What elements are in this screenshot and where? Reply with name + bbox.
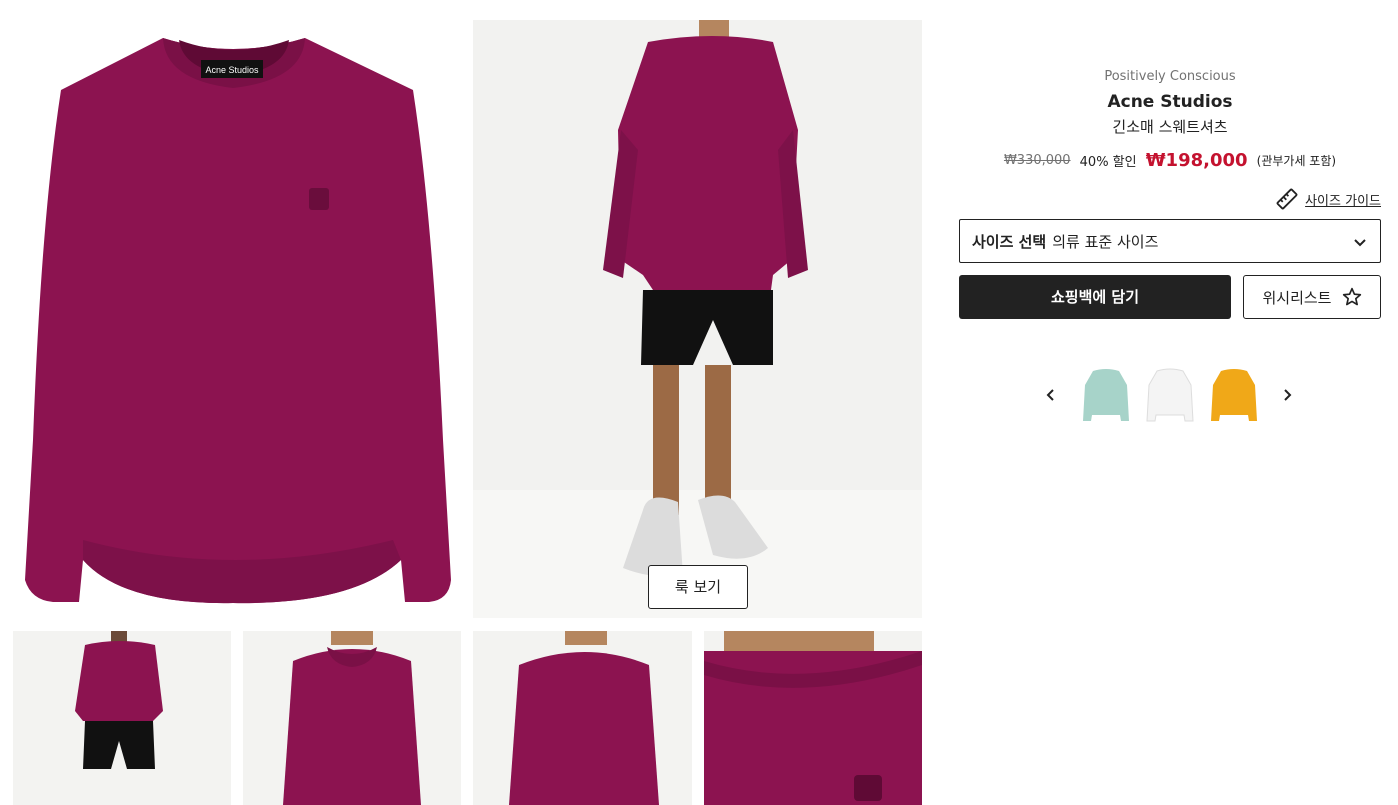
product-look-image[interactable] xyxy=(473,20,922,618)
size-guide-label: 사이즈 가이드 xyxy=(1305,193,1381,209)
discount-label: 40% 할인 xyxy=(1079,155,1137,170)
carousel-next-button[interactable] xyxy=(1279,387,1295,403)
chevron-right-icon xyxy=(1284,389,1292,401)
sweatshirt-white-swatch xyxy=(1146,368,1194,422)
color-variant-white[interactable] xyxy=(1145,365,1195,425)
price-row: ₩330,000 40% 할인 ₩198,000 (관부가세 포함) xyxy=(959,150,1381,171)
color-variant-carousel xyxy=(1039,363,1301,427)
back-thumbnail-illustration xyxy=(509,631,659,805)
color-variant-yellow[interactable] xyxy=(1209,365,1259,425)
product-thumbnail-detail[interactable] xyxy=(704,631,922,805)
sale-price: ₩198,000 xyxy=(1145,150,1248,171)
size-select-value: 의류 표준 사이즈 xyxy=(1052,232,1159,251)
model-thumbnail-illustration xyxy=(75,631,163,769)
carousel-prev-button[interactable] xyxy=(1043,387,1059,403)
size-select-label: 사이즈 선택 xyxy=(972,232,1047,251)
wishlist-button[interactable]: 위시리스트 xyxy=(1243,275,1381,319)
product-main-image[interactable]: Acne Studios xyxy=(13,20,461,618)
brand-name[interactable]: Acne Studios xyxy=(959,92,1381,112)
chevron-down-icon xyxy=(1354,239,1366,247)
color-variant-mint[interactable] xyxy=(1081,365,1131,425)
add-to-bag-button[interactable]: 쇼핑백에 담기 xyxy=(959,275,1231,319)
sweatshirt-mint-swatch xyxy=(1083,369,1129,421)
size-guide-link[interactable]: 사이즈 가이드 xyxy=(1276,188,1381,210)
original-price: ₩330,000 xyxy=(1003,153,1071,168)
product-tag: Positively Conscious xyxy=(1104,69,1236,84)
size-select-dropdown[interactable]: 사이즈 선택 의류 표준 사이즈 xyxy=(959,219,1381,263)
wishlist-label: 위시리스트 xyxy=(1262,288,1332,307)
product-thumbnail-model[interactable] xyxy=(13,631,231,805)
model-full-look-illustration xyxy=(473,20,922,618)
chevron-left-icon xyxy=(1046,389,1054,401)
star-icon xyxy=(1342,287,1361,306)
product-thumbnail-back[interactable] xyxy=(473,631,692,805)
detail-thumbnail-illustration xyxy=(704,631,922,805)
product-name: 긴소매 스웨트셔츠 xyxy=(1112,118,1228,136)
look-view-button[interactable]: 룩 보기 xyxy=(648,565,748,609)
front-thumbnail-illustration xyxy=(283,631,421,805)
sweatshirt-front-illustration: Acne Studios xyxy=(25,38,451,604)
ruler-icon xyxy=(1276,188,1298,210)
sweatshirt-yellow-swatch xyxy=(1211,369,1257,421)
tax-note: (관부가세 포함) xyxy=(1256,154,1337,168)
product-thumbnail-front[interactable] xyxy=(243,631,461,805)
neck-label-text: Acne Studios xyxy=(205,65,259,75)
